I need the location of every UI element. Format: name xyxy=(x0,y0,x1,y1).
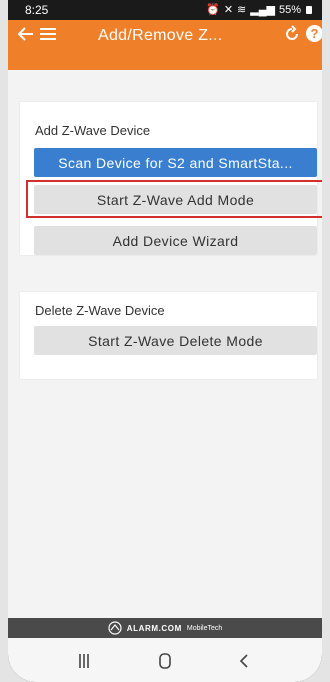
alarm-logo-icon xyxy=(108,621,122,635)
add-device-title: Add Z-Wave Device xyxy=(35,123,151,138)
help-icon[interactable]: ? xyxy=(306,25,322,42)
wifi-icon: ≋ xyxy=(237,4,247,16)
menu-icon[interactable] xyxy=(40,28,56,40)
back-icon[interactable] xyxy=(233,652,257,670)
battery-percent: 55% xyxy=(278,3,301,16)
home-icon[interactable] xyxy=(153,652,177,670)
brand-name: ALARM.COM xyxy=(126,623,182,633)
mute-icon: ✕ xyxy=(223,4,234,16)
status-time: 8:25 xyxy=(25,3,49,17)
add-device-wizard-button[interactable]: Add Device Wizard xyxy=(34,226,317,255)
alarm-icon: ⏰ xyxy=(206,4,220,16)
battery-icon xyxy=(306,5,312,14)
recent-apps-icon[interactable] xyxy=(72,652,96,670)
phone-frame: 8:25 ⏰ ✕ ≋ ▂▄▆ 55% Add/Remove Z... ? Add… xyxy=(8,0,322,682)
start-add-mode-button[interactable]: Start Z-Wave Add Mode xyxy=(34,185,317,214)
page-title: Add/Remove Z... xyxy=(98,27,223,44)
system-nav-bar xyxy=(8,638,322,682)
scan-device-button[interactable]: Scan Device for S2 and SmartSta... xyxy=(34,148,317,177)
main-content: Add Z-Wave Device Scan Device for S2 and… xyxy=(8,70,322,618)
app-header: Add/Remove Z... ? xyxy=(8,20,322,70)
delete-device-title: Delete Z-Wave Device xyxy=(35,303,165,318)
branding-bar: ALARM.COM MobileTech xyxy=(8,618,322,638)
signal-icon: ▂▄▆ xyxy=(250,4,275,16)
brand-sub: MobileTech xyxy=(186,624,223,632)
status-icons: ⏰ ✕ ≋ ▂▄▆ 55% xyxy=(206,3,312,16)
refresh-icon[interactable] xyxy=(283,25,301,43)
back-arrow-icon[interactable] xyxy=(16,24,36,44)
start-delete-mode-button[interactable]: Start Z-Wave Delete Mode xyxy=(34,326,317,355)
status-bar: 8:25 ⏰ ✕ ≋ ▂▄▆ 55% xyxy=(8,0,322,20)
